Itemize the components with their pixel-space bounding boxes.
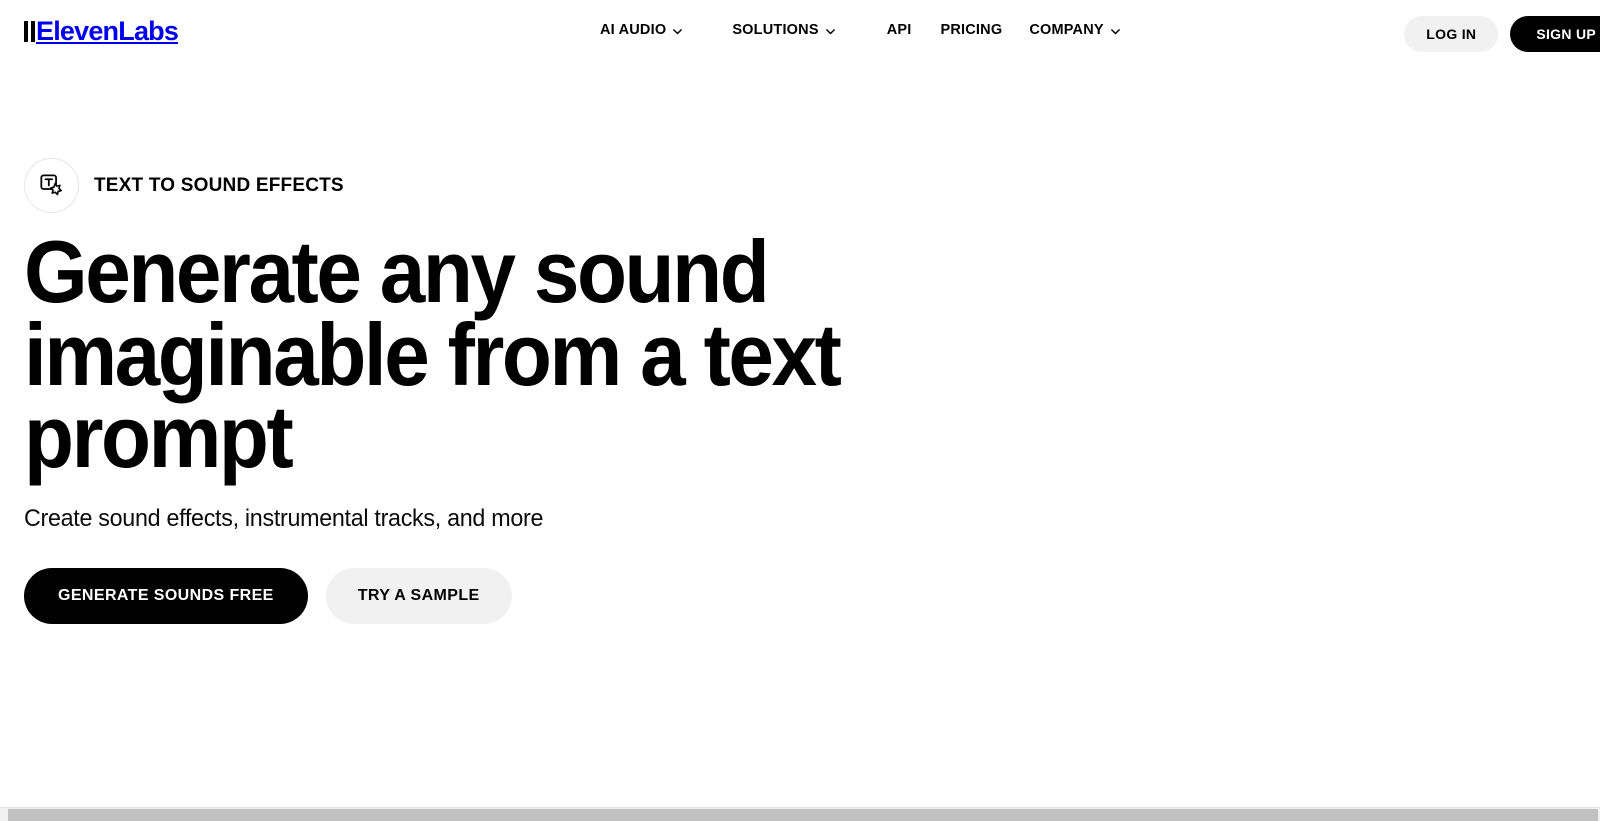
- page-root: ElevenLabs AI AUDIO SOLUTIONS API PRICIN…: [0, 0, 1600, 821]
- hero-title: Generate any sound imaginable from a tex…: [24, 222, 842, 487]
- chevron-down-icon: [825, 26, 836, 37]
- chevron-down-icon: [1110, 26, 1121, 37]
- text-to-sound-effects-icon: [24, 158, 79, 213]
- generate-sounds-free-button[interactable]: GENERATE SOUNDS FREE: [24, 567, 308, 624]
- brand-name: ElevenLabs: [36, 16, 179, 46]
- nav-label: SOLUTIONS: [732, 22, 819, 38]
- nav-item-company[interactable]: COMPANY: [1025, 22, 1143, 38]
- nav-label: AI AUDIO: [600, 22, 667, 38]
- horizontal-scrollbar-thumb[interactable]: [8, 809, 1598, 821]
- hero-eyebrow: TEXT TO SOUND EFFECTS: [24, 158, 1324, 213]
- two-bars-logo-icon: [24, 21, 35, 42]
- chevron-down-icon: [672, 26, 683, 37]
- nav-item-ai-audio[interactable]: AI AUDIO: [600, 22, 706, 38]
- nav-label: API: [886, 22, 912, 38]
- hero-cta-group: GENERATE SOUNDS FREE TRY A SAMPLE: [24, 567, 1324, 624]
- header-actions: LOG IN SIGN UP: [1404, 16, 1600, 52]
- site-header: ElevenLabs AI AUDIO SOLUTIONS API PRICIN…: [0, 0, 1600, 68]
- hero-section: TEXT TO SOUND EFFECTS Generate any sound…: [24, 158, 1324, 624]
- horizontal-scrollbar-track[interactable]: [0, 807, 1600, 821]
- signup-button[interactable]: SIGN UP: [1510, 16, 1600, 52]
- brand-logo[interactable]: ElevenLabs: [24, 16, 179, 46]
- nav-label: COMPANY: [1029, 22, 1104, 38]
- nav-item-pricing[interactable]: PRICING: [934, 22, 1025, 38]
- login-button[interactable]: LOG IN: [1404, 16, 1499, 52]
- hero-eyebrow-label: TEXT TO SOUND EFFECTS: [94, 175, 344, 196]
- nav-item-api[interactable]: API: [859, 22, 935, 38]
- try-a-sample-button[interactable]: TRY A SAMPLE: [325, 567, 512, 624]
- hero-subtitle: Create sound effects, instrumental track…: [24, 505, 544, 533]
- primary-navigation: AI AUDIO SOLUTIONS API PRICING COMPANY: [600, 22, 1144, 38]
- nav-item-solutions[interactable]: SOLUTIONS: [706, 22, 858, 38]
- nav-label: PRICING: [940, 22, 1003, 38]
